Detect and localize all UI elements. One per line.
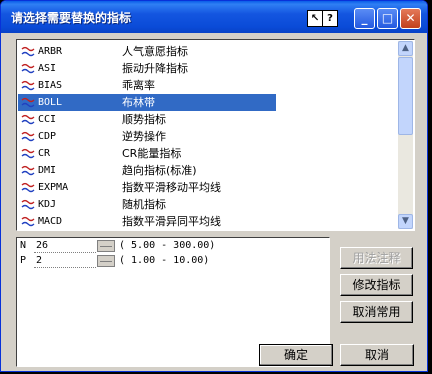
context-help-icon[interactable]: ↖: [307, 10, 323, 27]
indicator-wave-icon: [21, 63, 35, 74]
title-bar[interactable]: 请选择需要替换的指标 ↖ ? _ □ ✕: [1, 1, 427, 33]
scroll-down-button[interactable]: ▼: [398, 214, 413, 229]
indicator-wave-icon: [21, 182, 35, 193]
vertical-scrollbar[interactable]: ▲ ▼: [398, 41, 413, 229]
indicator-list[interactable]: ARBR 人气意愿指标 ASI 振动升降指标 BIAS 乖离率 BOLL 布林带 CCI 顺势指标…: [16, 39, 415, 231]
indicator-code: KDJ: [38, 199, 57, 210]
close-button[interactable]: ✕: [400, 8, 421, 29]
indicator-code: ASI: [38, 63, 57, 74]
param-range: ( 1.00 - 10.00): [119, 255, 210, 266]
indicator-code: CR: [38, 148, 51, 159]
indicator-name: 乖离率: [122, 79, 155, 92]
scroll-up-button[interactable]: ▲: [398, 41, 413, 56]
question-help-icon[interactable]: ?: [322, 10, 338, 27]
indicator-name: 逆势操作: [122, 130, 166, 143]
dialog-window: 请选择需要替换的指标 ↖ ? _ □ ✕ ARBR 人气意愿指标 ASI 振动升降指标…: [0, 0, 428, 372]
list-item[interactable]: MACD 指数平滑异同平均线: [18, 213, 398, 230]
list-item[interactable]: KDJ 随机指标: [18, 196, 398, 213]
indicator-name: 随机指标: [122, 198, 166, 211]
indicator-wave-icon: [21, 165, 35, 176]
param-name: N: [20, 240, 27, 251]
list-item[interactable]: EXPMA 指数平滑移动平均线: [18, 179, 398, 196]
list-item[interactable]: CDP 逆势操作: [18, 128, 398, 145]
list-item[interactable]: ARBR 人气意愿指标: [18, 43, 398, 60]
indicator-name: CR能量指标: [122, 147, 182, 160]
indicator-name: 振动升降指标: [122, 62, 188, 75]
param-row-p: P 2 ( 1.00 - 10.00): [17, 254, 327, 268]
indicator-code: EXPMA: [38, 182, 69, 193]
indicator-code: DMI: [38, 165, 57, 176]
list-item[interactable]: DMI 趋向指标(标准): [18, 162, 398, 179]
indicator-code: MACD: [38, 216, 63, 227]
indicator-wave-icon: [21, 46, 35, 57]
indicator-code: CDP: [38, 131, 57, 142]
maximize-button[interactable]: □: [377, 8, 398, 29]
indicator-name: 人气意愿指标: [122, 45, 188, 58]
indicator-wave-icon: [21, 131, 35, 142]
list-item[interactable]: CR CR能量指标: [18, 145, 398, 162]
indicator-code: ARBR: [38, 46, 63, 57]
indicator-wave-icon: [21, 199, 35, 210]
param-range: ( 5.00 - 300.00): [119, 240, 216, 251]
indicator-code: BIAS: [38, 80, 63, 91]
indicator-wave-icon: [21, 97, 35, 108]
cancel-button[interactable]: 取消: [340, 344, 414, 366]
usage-notes-button[interactable]: 用法注释: [340, 247, 413, 269]
param-spinner[interactable]: [97, 255, 115, 267]
indicator-name: 布林带: [122, 96, 155, 109]
param-row-n: N 26 ( 5.00 - 300.00): [17, 239, 327, 253]
minimize-button[interactable]: _: [354, 8, 375, 29]
indicator-name: 指数平滑异同平均线: [122, 215, 221, 228]
indicator-name: 趋向指标(标准): [122, 164, 197, 177]
list-item[interactable]: CCI 顺势指标: [18, 111, 398, 128]
indicator-wave-icon: [21, 80, 35, 91]
dialog-title: 请选择需要替换的指标: [11, 11, 132, 25]
modify-indicator-button[interactable]: 修改指标: [340, 274, 413, 296]
ok-button[interactable]: 确定: [259, 344, 333, 366]
indicator-name: 顺势指标: [122, 113, 166, 126]
param-value-input[interactable]: 2: [34, 255, 96, 268]
indicator-code: BOLL: [38, 97, 63, 108]
list-item[interactable]: BOLL 布林带: [18, 94, 276, 111]
scroll-thumb[interactable]: [398, 57, 413, 135]
indicator-wave-icon: [21, 148, 35, 159]
list-item[interactable]: BIAS 乖离率: [18, 77, 398, 94]
param-spinner[interactable]: [97, 240, 115, 252]
list-item[interactable]: ASI 振动升降指标: [18, 60, 398, 77]
indicator-list-items: ARBR 人气意愿指标 ASI 振动升降指标 BIAS 乖离率 BOLL 布林带 CCI 顺势指标…: [18, 43, 398, 230]
param-name: P: [20, 255, 27, 266]
param-value-input[interactable]: 26: [34, 240, 96, 253]
indicator-code: CCI: [38, 114, 57, 125]
indicator-wave-icon: [21, 114, 35, 125]
indicator-name: 指数平滑移动平均线: [122, 181, 221, 194]
cancel-common-button[interactable]: 取消常用: [340, 301, 413, 323]
indicator-wave-icon: [21, 216, 35, 227]
